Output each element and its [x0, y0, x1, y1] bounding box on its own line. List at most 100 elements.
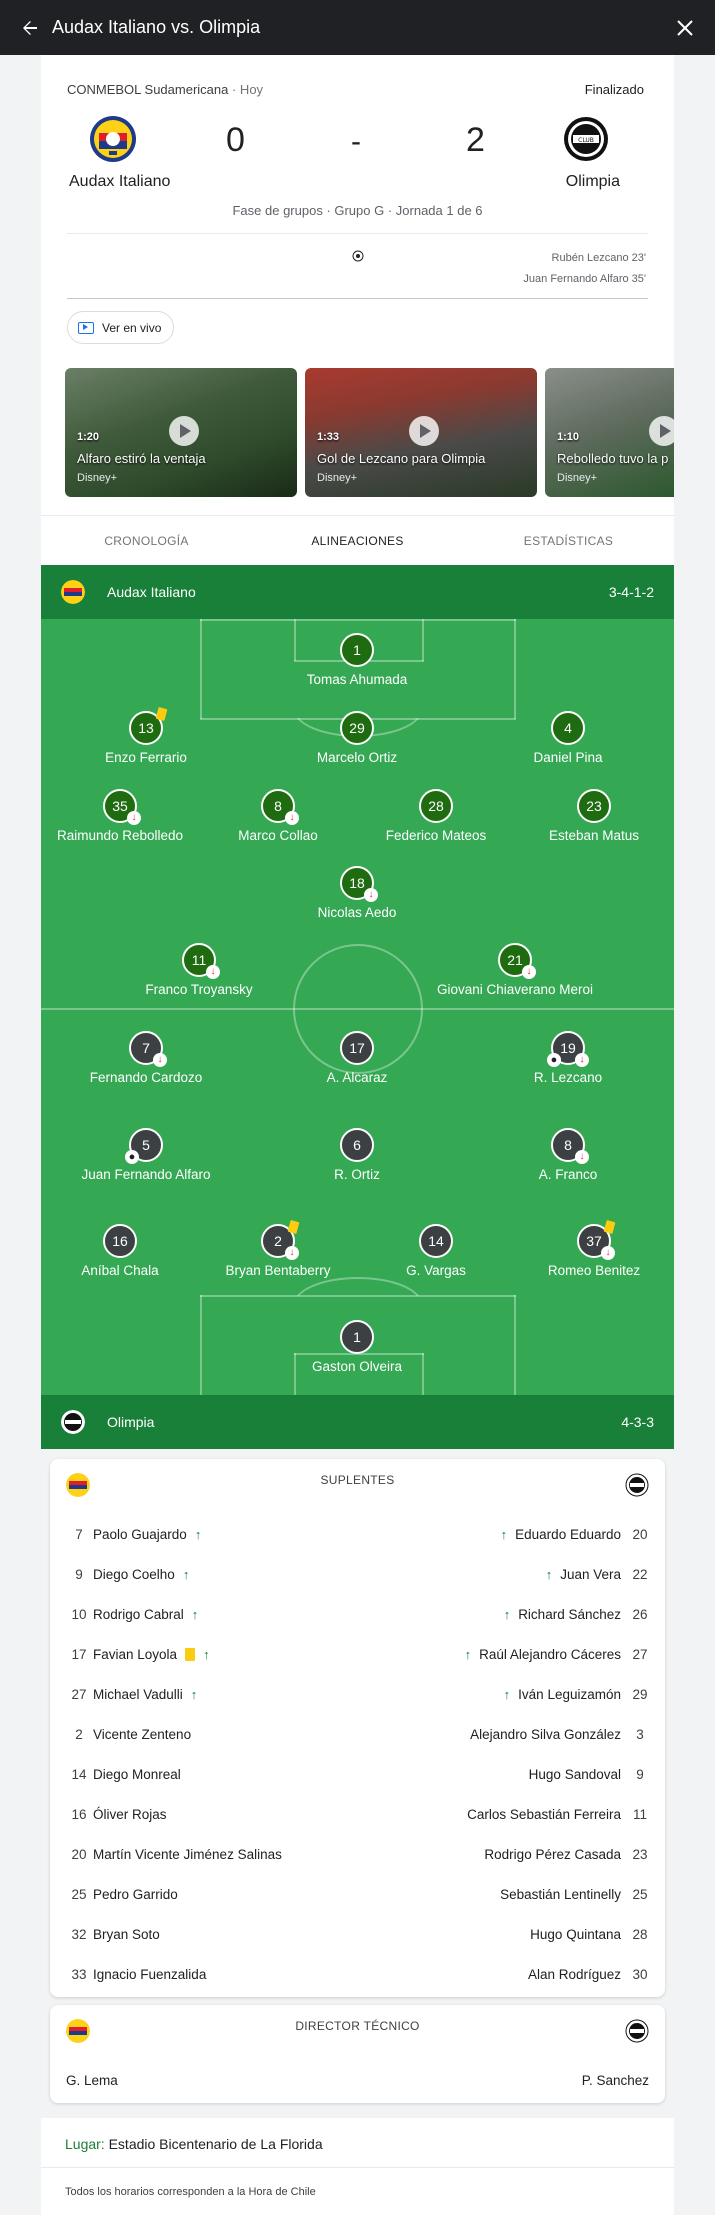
video-card[interactable]: 1:20 Alfaro estiró la ventaja Disney+: [65, 368, 297, 497]
player-number: 18 ↓: [340, 866, 378, 902]
player-name: A. Alcaraz: [326, 1070, 388, 1085]
player-marker[interactable]: 23 Esteban Matus: [514, 789, 674, 843]
player-number: 8 ↓: [551, 1128, 589, 1164]
play-icon[interactable]: [409, 416, 439, 446]
player-marker[interactable]: 17 A. Alcaraz: [277, 1031, 437, 1085]
player-marker[interactable]: 4 Daniel Pina: [488, 711, 648, 765]
sub-in-icon: ↑: [503, 1607, 511, 1622]
player-marker[interactable]: 18 ↓ Nicolas Aedo: [277, 866, 437, 920]
player-name: R. Ortiz: [334, 1167, 380, 1182]
away-team-name[interactable]: Olimpia: [566, 173, 620, 191]
player-marker[interactable]: 6 R. Ortiz: [277, 1128, 437, 1182]
match-status: Finalizado: [584, 82, 644, 97]
player-marker[interactable]: 13 Enzo Ferrario: [66, 707, 226, 765]
video-title: Rebolledo tuvo la p: [557, 451, 669, 466]
scorer-line: Juan Fernando Alfaro 35': [523, 273, 646, 285]
player-marker[interactable]: 21 ↓ Giovani Chiaverano Meroi: [435, 943, 595, 997]
player-name: Franco Troyansky: [145, 982, 253, 997]
player-marker[interactable]: 1 Gaston Olveira: [277, 1320, 437, 1374]
video-carousel[interactable]: 1:20 Alfaro estiró la ventaja Disney+ 1:…: [65, 368, 674, 498]
pitch-line: [200, 619, 202, 719]
player-name: R. Lezcano: [533, 1070, 603, 1085]
home-formation: 3-4-1-2: [608, 584, 654, 600]
tab-alineaciones[interactable]: ALINEACIONES: [252, 516, 463, 565]
player-marker[interactable]: 29 Marcelo Ortiz: [277, 711, 437, 765]
home-team-name[interactable]: Audax Italiano: [69, 173, 170, 191]
substitute-row[interactable]: 10 Rodrigo Cabral ↑ ↑ Richard Sánchez 26: [50, 1595, 665, 1635]
player-name: Raimundo Rebolledo: [56, 828, 184, 843]
video-duration: 1:20: [77, 431, 100, 443]
substitute-row[interactable]: 20 Martín Vicente Jiménez Salinas Rodrig…: [50, 1835, 665, 1875]
watch-live-button[interactable]: Ver en vivo: [67, 311, 175, 344]
sub-in-icon: ↑: [182, 1567, 190, 1582]
tab-bar: CRONOLOGÍA ALINEACIONES ESTADÍSTICAS: [41, 515, 674, 565]
player-number: 21 ↓: [498, 943, 536, 979]
substitute-row[interactable]: 7 Paolo Guajardo ↑ ↑ Eduardo Eduardo 20: [50, 1515, 665, 1555]
venue-label: Lugar:: [65, 2136, 105, 2152]
substitute-row[interactable]: 9 Diego Coelho ↑ ↑ Juan Vera 22: [50, 1555, 665, 1595]
sub-in-icon: ↑: [194, 1527, 202, 1542]
audax-logo-icon[interactable]: [89, 115, 137, 163]
away-formation: 4-3-3: [621, 1414, 654, 1430]
player-marker[interactable]: 14 G. Vargas: [356, 1224, 516, 1278]
video-card[interactable]: 1:33 Gol de Lezcano para Olimpia Disney+: [305, 368, 537, 497]
player-number: 28: [419, 789, 453, 823]
competition: CONMEBOL Sudamericana · Hoy: [67, 82, 264, 97]
substitute-row[interactable]: 2 Vicente Zenteno Alejandro Silva Gonzál…: [50, 1715, 665, 1755]
substitutes-card: SUPLENTES 7 Paolo Guajardo ↑ ↑ Eduardo Edu…: [50, 1459, 665, 1997]
sub-in-icon: ↑: [191, 1607, 199, 1622]
player-marker[interactable]: 37 ↓ Romeo Benitez: [514, 1220, 674, 1278]
tab-estadisticas[interactable]: ESTADÍSTICAS: [463, 516, 674, 565]
player-marker[interactable]: 8 ↓ A. Franco: [488, 1128, 648, 1182]
player-number: 35 ↓: [103, 789, 141, 825]
player-number: 19 ● ↓: [547, 1031, 589, 1067]
player-name: Nicolas Aedo: [317, 905, 397, 920]
player-number: 16: [103, 1224, 137, 1258]
watch-live-label: Ver en vivo: [102, 320, 162, 335]
soccer-ball-icon: ●: [125, 1150, 139, 1164]
sub-out-icon: ↓: [575, 1053, 589, 1067]
player-marker[interactable]: 11 ↓ Franco Troyansky: [119, 943, 279, 997]
sub-in-icon: ↑: [190, 1687, 198, 1702]
player-number: 29: [340, 711, 374, 745]
player-name: Esteban Matus: [548, 828, 640, 843]
video-card[interactable]: 1:10 Rebolledo tuvo la p Disney+: [545, 368, 674, 497]
substitute-row[interactable]: 16 Óliver Rojas Carlos Sebastián Ferreir…: [50, 1795, 665, 1835]
player-number: 13: [129, 707, 168, 745]
player-marker[interactable]: 1 Tomas Ahumada: [277, 633, 437, 687]
venue-value[interactable]: Estadio Bicentenario de La Florida: [109, 2136, 323, 2152]
soccer-ball-icon: [352, 250, 364, 262]
top-bar: Audax Italiano vs. Olimpia: [0, 0, 715, 55]
olimpia-logo-icon: [625, 1473, 649, 1497]
player-marker[interactable]: 16 Aníbal Chala: [41, 1224, 200, 1278]
player-marker[interactable]: 35 ↓ Raimundo Rebolledo: [41, 789, 200, 843]
tv-icon: [78, 321, 94, 334]
player-number: 37 ↓: [577, 1220, 616, 1260]
player-marker[interactable]: 5 ● Juan Fernando Alfaro: [66, 1128, 226, 1182]
substitute-row[interactable]: 27 Michael Vadulli ↑ ↑ Iván Leguizamón 29: [50, 1675, 665, 1715]
player-marker[interactable]: 28 Federico Mateos: [356, 789, 516, 843]
substitute-row[interactable]: 25 Pedro Garrido Sebastián Lentinelly 25: [50, 1875, 665, 1915]
video-source: Disney+: [557, 472, 598, 484]
sub-out-icon: ↓: [522, 965, 536, 979]
substitute-row[interactable]: 32 Bryan Soto Hugo Quintana 28: [50, 1915, 665, 1955]
player-marker[interactable]: 8 ↓ Marco Collao: [198, 789, 358, 843]
player-marker[interactable]: 2 ↓ Bryan Bentaberry: [198, 1220, 358, 1278]
play-icon[interactable]: [649, 416, 674, 446]
substitute-row[interactable]: 14 Diego Monreal Hugo Sandoval 9: [50, 1755, 665, 1795]
close-icon[interactable]: [673, 16, 697, 40]
olimpia-logo-icon[interactable]: CLUB: [562, 115, 610, 163]
back-arrow-icon[interactable]: [18, 16, 42, 40]
player-name: G. Vargas: [406, 1263, 466, 1278]
pitch-line: [514, 1295, 516, 1395]
tab-cronologia[interactable]: CRONOLOGÍA: [41, 516, 252, 565]
video-source: Disney+: [317, 472, 358, 484]
play-icon[interactable]: [169, 416, 199, 446]
player-name: Fernando Cardozo: [89, 1070, 203, 1085]
substitute-row[interactable]: 33 Ignacio Fuenzalida Alan Rodríguez 30: [50, 1955, 665, 1995]
substitute-row[interactable]: 17 Favian Loyola ↑ ↑ Raúl Alejandro Cácere…: [50, 1635, 665, 1675]
away-team-label: Olimpia: [107, 1414, 155, 1430]
player-marker[interactable]: 19 ● ↓ R. Lezcano: [488, 1031, 648, 1085]
sub-in-icon: ↑: [500, 1527, 508, 1542]
player-marker[interactable]: 7 ↓ Fernando Cardozo: [66, 1031, 226, 1085]
